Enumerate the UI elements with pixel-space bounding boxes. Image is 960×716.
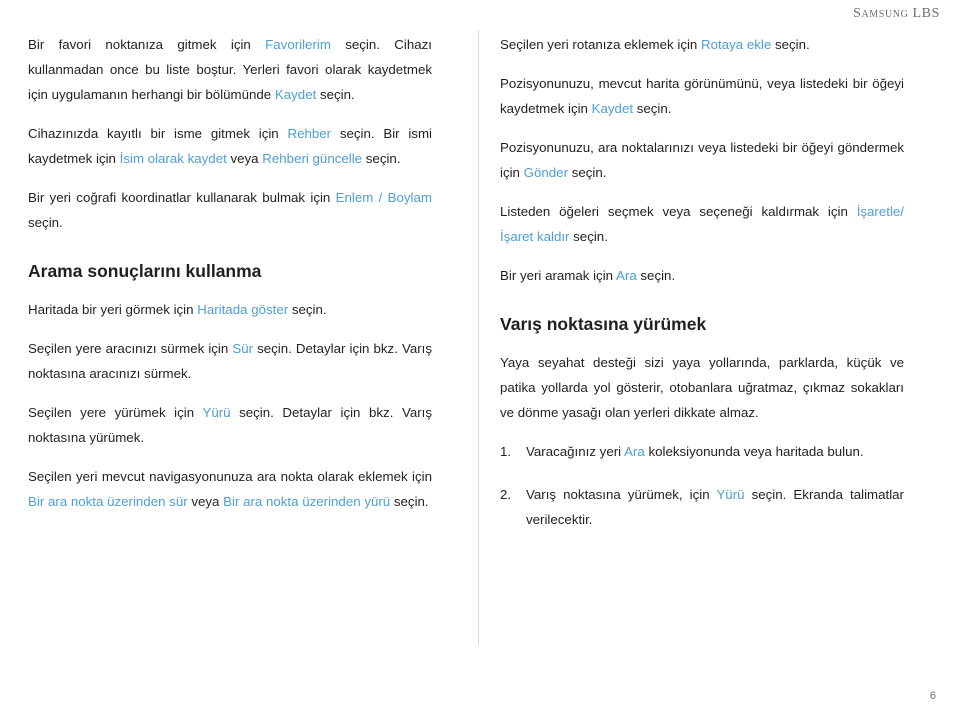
inline-link: Kaydet <box>274 87 317 102</box>
paragraph: Seçilen yere aracınızı sürmek için Sür s… <box>28 336 432 386</box>
step-number: 2. <box>500 487 512 502</box>
inline-text: veya <box>226 151 263 166</box>
inline-text: seçin. <box>636 268 676 283</box>
paragraph: Bir favori noktanıza gitmek için Favoril… <box>28 32 432 107</box>
steps-list: 1. Varacağınız yeri Ara koleksiyonunda v… <box>500 439 904 532</box>
inline-text: Listeden öğeleri seçmek veya seçeneği ka… <box>500 204 857 219</box>
inline-text: seçin. <box>28 215 63 230</box>
step-number: 1. <box>500 444 512 459</box>
inline-link: Sür <box>232 341 254 356</box>
left-column: Bir favori noktanıza gitmek için Favoril… <box>28 32 432 528</box>
inline-link: Ara <box>624 444 645 459</box>
inline-text: seçin. <box>390 494 429 509</box>
inline-text: Cihazınızda kayıtlı bir isme gitmek için <box>28 126 288 141</box>
list-item: 1. Varacağınız yeri Ara koleksiyonunda v… <box>500 439 904 464</box>
inline-text: Varış noktasına yürümek, için <box>526 487 717 502</box>
document-page: Samsung LBS Bir favori noktanıza gitmek … <box>0 0 960 716</box>
inline-text: Seçilen yere aracınızı sürmek için <box>28 341 233 356</box>
inline-text: Seçilen yeri rotanıza eklemek için <box>500 37 702 52</box>
inline-text: Bir yeri aramak için <box>500 268 617 283</box>
page-columns: Bir favori noktanıza gitmek için Favoril… <box>0 32 960 672</box>
inline-link: Haritada göster <box>197 302 289 317</box>
brand-logo: Samsung LBS <box>853 6 940 21</box>
inline-link: İsim olarak kaydet <box>119 151 227 166</box>
inline-text: seçin. <box>569 229 608 244</box>
paragraph: Bir yeri coğrafi koordinatlar kullanarak… <box>28 185 432 235</box>
paragraph: Listeden öğeleri seçmek veya seçeneği ka… <box>500 199 904 249</box>
inline-link: Bir ara nokta üzerinden yürü <box>223 494 391 509</box>
inline-text: Pozisyonunuzu, mevcut harita görünümünü,… <box>500 76 904 116</box>
section-heading-search-results: Arama sonuçlarını kullanma <box>28 261 262 281</box>
step-text: Varış noktasına yürümek, için Yürü seçin… <box>526 487 904 527</box>
inline-link: Enlem / Boylam <box>335 190 432 205</box>
inline-text: Varacağınız yeri <box>526 444 625 459</box>
paragraph: Pozisyonunuzu, mevcut harita görünümünü,… <box>500 71 904 121</box>
paragraph: Haritada bir yeri görmek için Haritada g… <box>28 297 432 322</box>
inline-text: Bir yeri coğrafi koordinatlar kullanarak… <box>28 190 336 205</box>
left-paragraph-block-2: Haritada bir yeri görmek için Haritada g… <box>28 297 432 514</box>
inline-link: Ara <box>616 268 637 283</box>
inline-text: Yaya seyahat desteği sizi yaya yollarınd… <box>500 355 904 420</box>
inline-link: Kaydet <box>591 101 634 116</box>
inline-link: Rehber <box>287 126 332 141</box>
inline-text: seçin. <box>771 37 810 52</box>
inline-text: seçin. <box>362 151 401 166</box>
paragraph: Seçilen yeri rotanıza eklemek için Rotay… <box>500 32 904 57</box>
paragraph: Bir yeri aramak için Ara seçin. <box>500 263 904 288</box>
inline-link: Rehberi güncelle <box>262 151 363 166</box>
inline-text: koleksiyonunda veya haritada bulun. <box>644 444 864 459</box>
left-paragraph-block-1: Bir favori noktanıza gitmek için Favoril… <box>28 32 432 235</box>
inline-text: seçin. <box>568 165 607 180</box>
step-text: Varacağınız yeri Ara koleksiyonunda veya… <box>526 444 864 459</box>
inline-link: Rotaya ekle <box>701 37 772 52</box>
inline-link: Bir ara nokta üzerinden sür <box>28 494 188 509</box>
inline-text: seçin. <box>316 87 355 102</box>
paragraph: Pozisyonunuzu, ara noktalarınızı veya li… <box>500 135 904 185</box>
inline-text: seçin. <box>633 101 672 116</box>
list-item: 2. Varış noktasına yürümek, için Yürü se… <box>500 482 904 532</box>
inline-text: Seçilen yere yürümek için <box>28 405 203 420</box>
inline-text: Seçilen yeri mevcut navigasyonunuza ara … <box>28 469 432 484</box>
inline-text: Haritada bir yeri görmek için <box>28 302 198 317</box>
page-number: 6 <box>929 690 936 702</box>
paragraph: Seçilen yere yürümek için Yürü seçin. De… <box>28 400 432 450</box>
inline-link: Gönder <box>523 165 569 180</box>
paragraph: Seçilen yeri mevcut navigasyonunuza ara … <box>28 464 432 514</box>
right-paragraph-block: Seçilen yeri rotanıza eklemek için Rotay… <box>500 32 904 288</box>
paragraph: Yaya seyahat desteği sizi yaya yollarınd… <box>500 350 904 425</box>
section-heading-walk-to-destination: Varış noktasına yürümek <box>500 314 707 334</box>
inline-link: Yürü <box>716 487 745 502</box>
paragraph: Cihazınızda kayıtlı bir isme gitmek için… <box>28 121 432 171</box>
right-column: Seçilen yeri rotanıza eklemek için Rotay… <box>500 32 904 550</box>
inline-text: seçin. <box>288 302 327 317</box>
inline-link: Favorilerim <box>265 37 331 52</box>
inline-text: Bir favori noktanıza gitmek için <box>28 37 266 52</box>
inline-link: Yürü <box>202 405 231 420</box>
inline-text: veya <box>187 494 224 509</box>
